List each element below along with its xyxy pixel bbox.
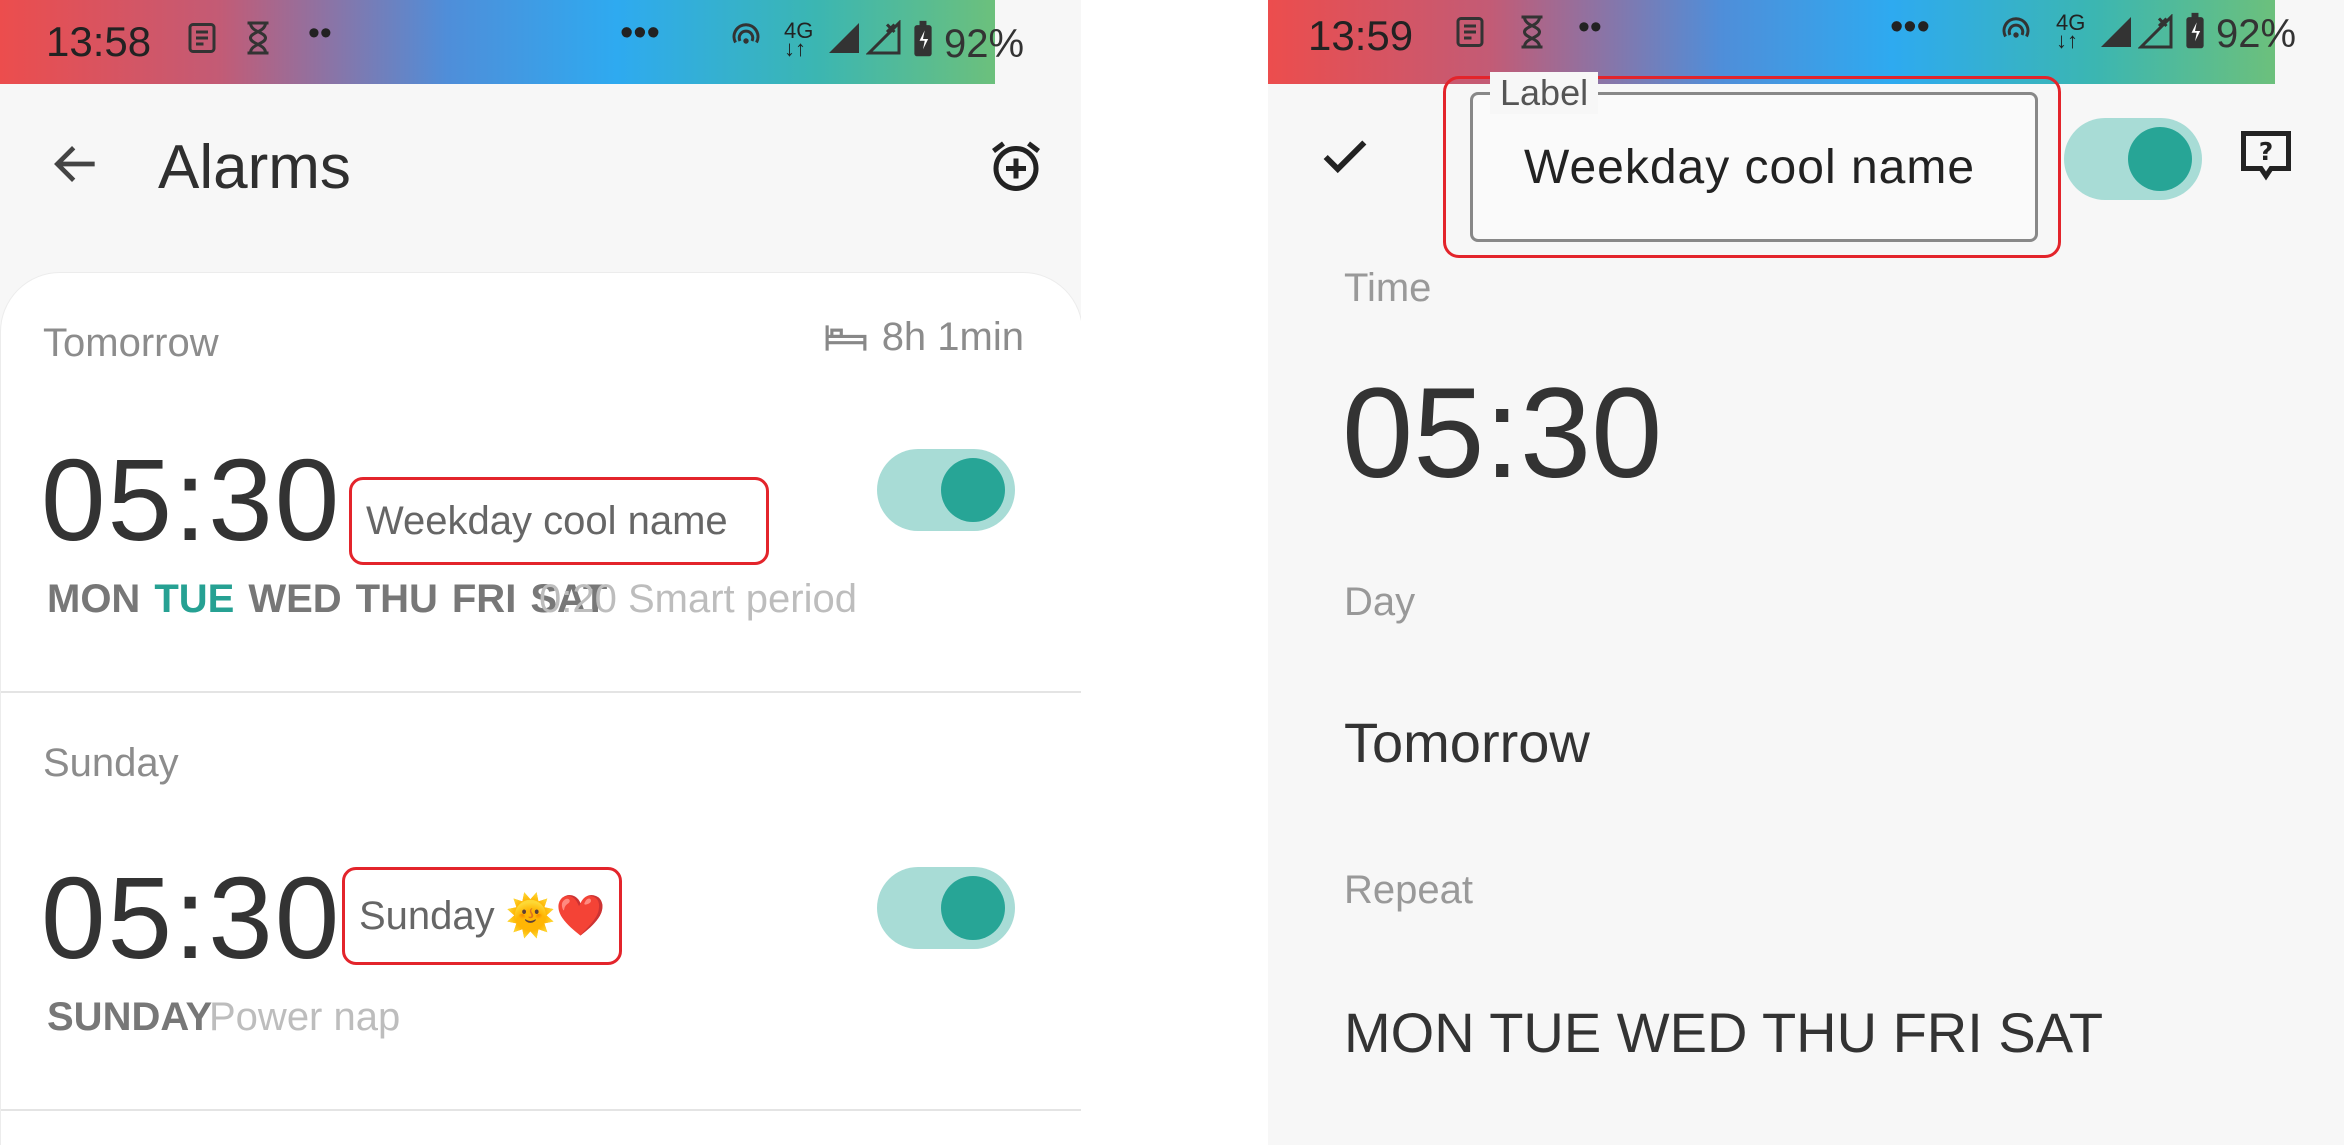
help-feedback-button[interactable]: ?	[2236, 126, 2296, 186]
sleep-duration-text: 8h 1min	[881, 315, 1024, 359]
alarm-item[interactable]: Tomorrow 8h 1min 05:30 Weekday cool name…	[1, 273, 1081, 693]
back-button[interactable]	[48, 136, 104, 192]
battery-icon	[2184, 12, 2206, 59]
battery-icon	[912, 20, 934, 67]
status-bar: 13:59 •• ••• 4G ↓↑	[1268, 0, 2275, 84]
alarm-item[interactable]: Sunday 05:30 Sunday 🌞❤️ SUNDAY Power nap	[1, 691, 1081, 1111]
network-4g-icon: 4G ↓↑	[2056, 10, 2086, 53]
status-time: 13:58	[46, 18, 152, 65]
overflow-icon: •••	[1890, 6, 1930, 48]
alarms-list-screen: 13:58 •• ••• 4G ↓↑ 92% Alarms Tomorrow 8…	[0, 0, 1081, 1145]
time-value[interactable]: 05:30	[1342, 360, 1662, 507]
status-bar: 13:58 •• ••• 4G ↓↑	[0, 0, 995, 84]
battery-percent: 92%	[2216, 12, 2297, 56]
hourglass-icon	[1516, 14, 1548, 59]
add-alarm-icon	[992, 141, 1040, 191]
add-alarm-button[interactable]	[986, 136, 1046, 196]
news-icon	[1452, 14, 1488, 59]
alarms-card: Tomorrow 8h 1min 05:30 Weekday cool name…	[0, 272, 1081, 1145]
back-arrow-icon	[54, 146, 95, 182]
repeat-days: SUNDAY	[47, 995, 213, 1039]
toggle-knob	[941, 458, 1005, 522]
label-field-legend: Label	[1490, 72, 1599, 114]
repeat-value[interactable]: MON TUE WED THU FRI SAT	[1344, 1000, 2103, 1065]
signal-icon	[826, 20, 862, 65]
battery-percent: 92%	[944, 22, 1025, 66]
alarm-type: Power nap	[209, 995, 401, 1039]
signal-icon	[2098, 14, 2134, 59]
day-thu: THU	[355, 577, 438, 621]
page-title: Alarms	[158, 133, 351, 202]
time-section-label: Time	[1344, 266, 1432, 310]
status-time: 13:59	[1308, 12, 1414, 59]
top-app-bar: Alarms	[0, 84, 1081, 254]
alarm-time: 05:30	[41, 435, 342, 565]
more-dots-icon: ••	[308, 14, 332, 52]
hourglass-icon	[242, 20, 274, 65]
bed-icon	[825, 324, 867, 351]
hotspot-icon	[728, 20, 764, 65]
confirm-button[interactable]	[1316, 128, 1374, 199]
day-section-label: Day	[1344, 580, 1416, 624]
alarm-label[interactable]: Weekday cool name	[349, 477, 769, 565]
help-feedback-icon: ?	[2241, 131, 2291, 181]
smart-period: 0:20 Smart period	[539, 577, 857, 621]
signal-x-icon	[2137, 13, 2174, 59]
toggle-knob	[941, 876, 1005, 940]
label-input[interactable]	[1524, 140, 2024, 195]
news-icon	[184, 20, 220, 65]
day-mon: MON	[47, 577, 141, 621]
toggle-knob	[2128, 127, 2192, 191]
more-dots-icon: ••	[1578, 8, 1602, 46]
alarm-day: Tomorrow	[43, 321, 219, 365]
day-tue: TUE	[154, 577, 235, 621]
day-fri: FRI	[451, 577, 517, 621]
overflow-icon: •••	[620, 12, 660, 54]
check-icon	[1323, 140, 1367, 174]
alarm-toggle[interactable]	[877, 867, 1015, 949]
hotspot-icon	[1998, 14, 2034, 59]
repeat-days: MON TUE WED THU FRI SAT	[47, 577, 607, 622]
alarm-toggle[interactable]	[877, 449, 1015, 531]
signal-x-icon	[865, 19, 902, 65]
edit-alarm-screen: 13:59 •• ••• 4G↓↑ 92% Label ?	[1268, 0, 2344, 1145]
alarm-time: 05:30	[41, 853, 342, 983]
sleep-duration: 8h 1min	[824, 315, 1024, 360]
alarm-day: Sunday	[43, 741, 179, 785]
svg-text:?: ?	[2259, 137, 2274, 166]
day-wed: WED	[248, 577, 342, 621]
alarm-label[interactable]: Sunday 🌞❤️	[342, 867, 623, 965]
alarm-enabled-toggle[interactable]	[2064, 118, 2202, 200]
day-value[interactable]: Tomorrow	[1344, 710, 1590, 775]
repeat-section-label: Repeat	[1344, 868, 1473, 912]
network-4g-icon: 4G ↓↑	[784, 18, 814, 61]
